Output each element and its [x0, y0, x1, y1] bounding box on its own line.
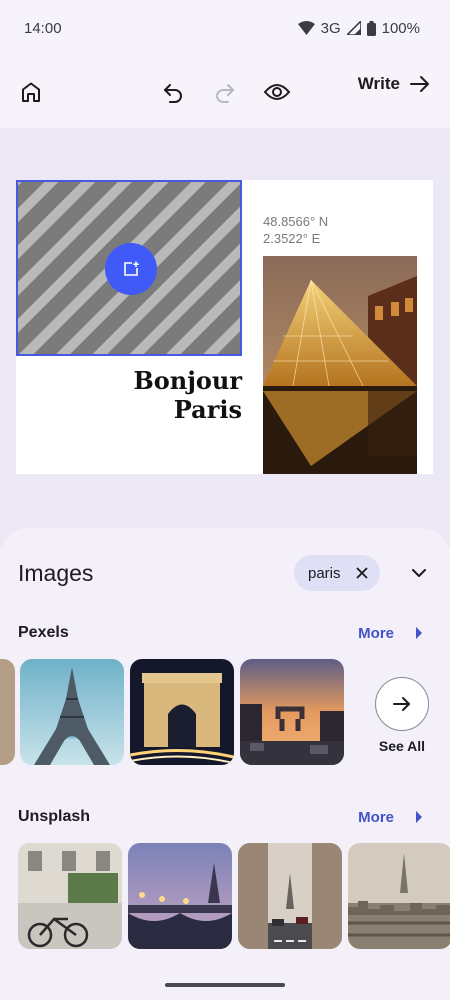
- louvre-photo[interactable]: [263, 256, 417, 474]
- pexels-thumb-partial[interactable]: [0, 659, 15, 765]
- status-icons: 3G 100%: [297, 19, 420, 37]
- unsplash-more-link[interactable]: More: [358, 809, 432, 826]
- triangle-right-icon: [416, 811, 422, 823]
- status-bar: 14:00 3G 100%: [0, 0, 450, 56]
- pexels-label: Pexels: [18, 624, 69, 641]
- arrow-right-icon: [393, 697, 410, 711]
- home-indicator[interactable]: [165, 983, 285, 987]
- unsplash-more-label: More: [358, 808, 394, 826]
- design-title[interactable]: Bonjour Paris: [120, 366, 242, 424]
- collapse-sheet-button[interactable]: [404, 558, 434, 588]
- pexels-thumb-arc[interactable]: [130, 659, 234, 765]
- postcard-design[interactable]: 48.8566° N 2.3522° E Bonjour Paris: [16, 180, 433, 474]
- signal-icon: [346, 21, 361, 35]
- battery-icon: [366, 20, 376, 36]
- see-all-label: See All: [378, 738, 426, 754]
- see-all-circle[interactable]: [375, 677, 429, 731]
- design-canvas: 48.8566° N 2.3522° E Bonjour Paris: [0, 128, 450, 548]
- battery-label: 100%: [381, 19, 420, 37]
- pexels-more-label: More: [358, 624, 394, 642]
- undo-button[interactable]: [155, 74, 191, 110]
- image-placeholder[interactable]: [16, 180, 242, 356]
- title-line-1: Bonjour: [133, 366, 242, 395]
- unsplash-thumb-skyline[interactable]: [348, 843, 450, 949]
- chevron-down-icon: [412, 568, 426, 577]
- write-label: Write: [357, 74, 400, 93]
- longitude-text: 2.3522° E: [263, 231, 321, 246]
- editor-toolbar: Write: [0, 56, 450, 128]
- redo-button[interactable]: [207, 74, 243, 110]
- title-line-2: Paris: [173, 395, 242, 424]
- pexels-thumbnails: See All: [0, 659, 450, 765]
- close-icon[interactable]: [356, 567, 368, 579]
- search-query-chip[interactable]: paris: [294, 555, 380, 591]
- pexels-thumb-eiffel[interactable]: [20, 659, 124, 765]
- pexels-section-header: Pexels More: [18, 624, 432, 642]
- unsplash-thumb-bikes[interactable]: [18, 843, 122, 949]
- chip-label: paris: [308, 564, 341, 582]
- images-sheet: Images paris Pexels More See All Unsplas…: [0, 528, 450, 1000]
- coordinates-text[interactable]: 48.8566° N 2.3522° E: [263, 213, 328, 247]
- pexels-more-link[interactable]: More: [358, 625, 432, 642]
- unsplash-section-header: Unsplash More: [18, 808, 432, 826]
- preview-button[interactable]: [259, 74, 295, 110]
- network-label: 3G: [320, 19, 341, 37]
- unsplash-thumbnails: [0, 843, 450, 949]
- unsplash-label: Unsplash: [18, 808, 91, 825]
- add-photo-icon: [124, 261, 139, 276]
- unsplash-thumb-avenue[interactable]: [238, 843, 342, 949]
- add-photo-button[interactable]: [105, 243, 157, 295]
- wifi-icon: [297, 21, 315, 35]
- preview-eye-icon: [264, 84, 290, 100]
- sheet-title: Images: [18, 560, 94, 586]
- write-button[interactable]: Write: [358, 74, 430, 94]
- arrow-right-icon: [410, 76, 429, 92]
- triangle-right-icon: [416, 627, 422, 639]
- home-icon: [22, 82, 40, 102]
- undo-icon: [164, 84, 182, 103]
- redo-icon: [216, 84, 234, 103]
- unsplash-thumb-bridge[interactable]: [128, 843, 232, 949]
- see-all-button[interactable]: See All: [372, 677, 432, 754]
- home-button[interactable]: [13, 74, 49, 110]
- status-time: 14:00: [24, 19, 62, 37]
- pexels-thumb-street-sunset[interactable]: [240, 659, 344, 765]
- latitude-text: 48.8566° N: [263, 214, 329, 229]
